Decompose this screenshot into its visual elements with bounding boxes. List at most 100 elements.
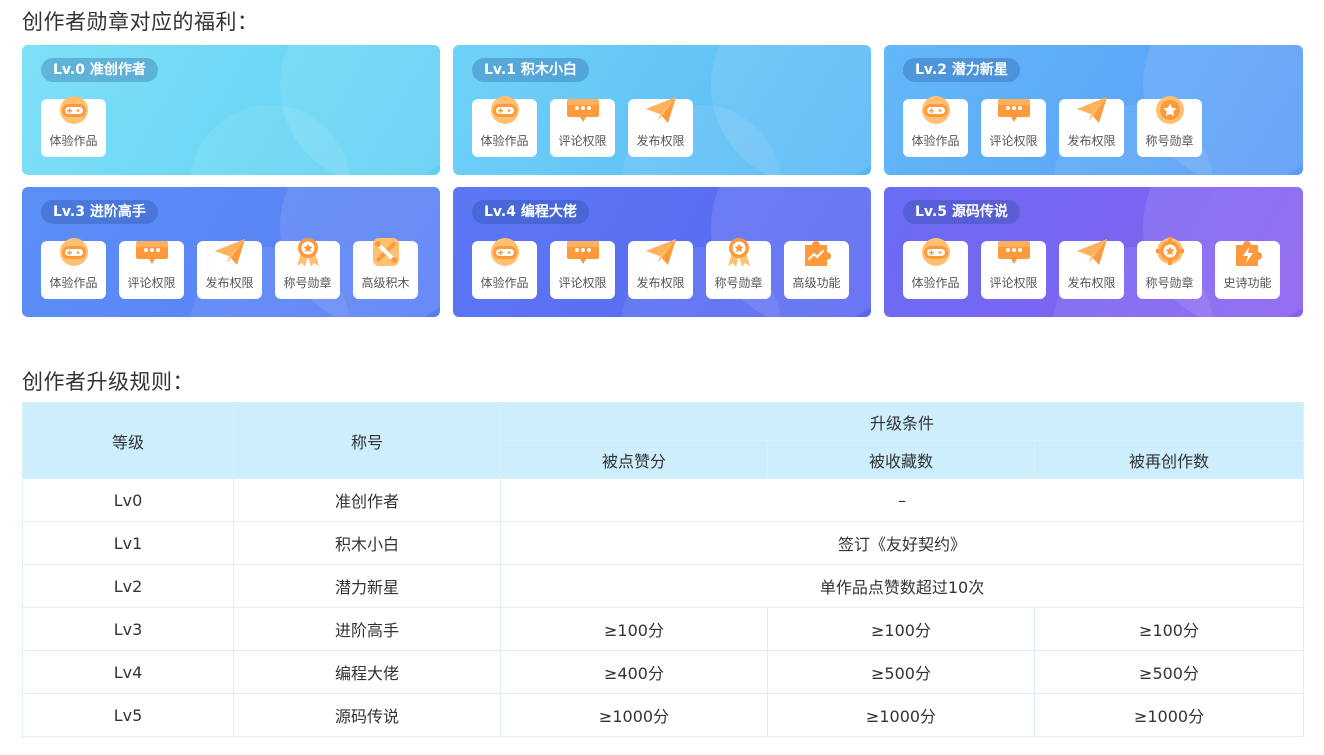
level-badge: Lv.0 准创作者 xyxy=(41,58,158,82)
perk-list: 体验作品 评论权限 发布权限 称号勋章 高级积木 xyxy=(41,238,418,299)
perk-list: 体验作品 评论权限 发布权限 称号勋章 xyxy=(903,96,1202,157)
perk-item: 评论权限 xyxy=(550,241,615,299)
table-row: Lv2 潜力新星 单作品点赞数超过10次 xyxy=(22,564,1305,608)
perk-item: 体验作品 xyxy=(472,238,537,299)
cell-likes: ≥400分 xyxy=(500,650,768,694)
perk-list: 体验作品 评论权限 发布权限 称号勋章 史诗功能 xyxy=(903,237,1280,299)
perk-label: 评论权限 xyxy=(989,134,1038,148)
gear-medal-icon xyxy=(1153,237,1187,267)
cell-level: Lv2 xyxy=(22,564,234,608)
paper-plane-icon xyxy=(1075,95,1109,125)
cell-title: 编程大佬 xyxy=(233,650,501,694)
perk-item: 体验作品 xyxy=(472,96,537,157)
perk-label: 发布权限 xyxy=(636,134,685,148)
perk-label: 评论权限 xyxy=(558,276,607,290)
perk-item: 评论权限 xyxy=(981,241,1046,299)
perk-label: 高级积木 xyxy=(361,276,410,290)
perk-label: 发布权限 xyxy=(205,276,254,290)
level-card-5: Lv.5 源码传说 体验作品 评论权限 发布权限 称号勋章 史诗功能 xyxy=(884,187,1303,317)
level-badge: Lv.2 潜力新星 xyxy=(903,58,1020,82)
chat-bubble-icon xyxy=(135,237,169,267)
paper-plane-icon xyxy=(644,237,678,267)
gamepad-icon xyxy=(488,237,522,267)
cell-likes: ≥1000分 xyxy=(500,693,768,737)
perk-label: 称号勋章 xyxy=(1145,134,1194,148)
chat-bubble-icon xyxy=(566,237,600,267)
perk-label: 称号勋章 xyxy=(1145,276,1194,290)
perk-label: 发布权限 xyxy=(1067,276,1116,290)
cell-level: Lv4 xyxy=(22,650,234,694)
gamepad-icon xyxy=(57,95,91,125)
tools-icon xyxy=(369,237,403,267)
header-level: 等级 xyxy=(22,402,234,479)
perk-item: 发布权限 xyxy=(1059,97,1124,157)
header-conditions: 升级条件 xyxy=(499,402,1305,441)
perk-label: 评论权限 xyxy=(127,276,176,290)
perk-item: 发布权限 xyxy=(628,239,693,299)
perk-item: 发布权限 xyxy=(1059,239,1124,299)
perk-list: 体验作品 xyxy=(41,96,106,157)
level-badge: Lv.3 进阶高手 xyxy=(41,200,158,224)
perk-label: 称号勋章 xyxy=(714,276,763,290)
cell-level: Lv1 xyxy=(22,521,234,565)
cell-level: Lv3 xyxy=(22,607,234,651)
table-row: Lv1 积木小白 签订《友好契约》 xyxy=(22,521,1305,565)
upgrade-rules-table: 等级 称号 升级条件 被点赞分 被收藏数 被再创作数 Lv0 准创作者 – Lv… xyxy=(22,402,1305,737)
puzzle-icon xyxy=(800,237,834,267)
perk-label: 体验作品 xyxy=(49,276,98,290)
cell-level: Lv5 xyxy=(22,693,234,737)
gamepad-icon xyxy=(488,95,522,125)
perk-item: 体验作品 xyxy=(41,238,106,299)
perk-item: 体验作品 xyxy=(903,238,968,299)
header-likes: 被点赞分 xyxy=(500,440,768,479)
perk-label: 评论权限 xyxy=(989,276,1038,290)
gamepad-icon xyxy=(919,237,953,267)
level-card-0: Lv.0 准创作者体验作品 xyxy=(22,45,440,175)
chat-bubble-icon xyxy=(566,95,600,125)
cell-condition: 签订《友好契约》 xyxy=(499,521,1305,565)
cell-remix: ≥100分 xyxy=(1033,607,1305,651)
cell-title: 准创作者 xyxy=(233,478,501,522)
perk-list: 体验作品 评论权限 发布权限 xyxy=(472,96,693,157)
perk-item: 称号勋章 xyxy=(1137,96,1202,157)
perk-item: 称号勋章 xyxy=(275,238,340,299)
perk-item: 称号勋章 xyxy=(1137,237,1202,299)
header-remix: 被再创作数 xyxy=(1033,440,1305,479)
perk-label: 体验作品 xyxy=(480,134,529,148)
chat-bubble-icon xyxy=(997,237,1031,267)
puzzle-bolt-icon xyxy=(1231,237,1265,267)
paper-plane-icon xyxy=(213,237,247,267)
chat-bubble-icon xyxy=(997,95,1031,125)
header-title: 称号 xyxy=(233,402,501,479)
perk-item: 发布权限 xyxy=(628,97,693,157)
perk-label: 体验作品 xyxy=(480,276,529,290)
perk-label: 高级功能 xyxy=(792,276,841,290)
perk-label: 称号勋章 xyxy=(283,276,332,290)
header-favs: 被收藏数 xyxy=(767,440,1035,479)
perk-item: 体验作品 xyxy=(41,96,106,157)
rules-title: 创作者升级规则： xyxy=(22,370,194,394)
cell-title: 潜力新星 xyxy=(233,564,501,608)
perk-label: 发布权限 xyxy=(1067,134,1116,148)
level-card-1: Lv.1 积木小白 体验作品 评论权限 发布权限 xyxy=(453,45,871,175)
cell-condition: – xyxy=(499,478,1305,522)
perk-item: 高级功能 xyxy=(784,241,849,299)
cell-title: 进阶高手 xyxy=(233,607,501,651)
cell-favs: ≥100分 xyxy=(767,607,1035,651)
cell-favs: ≥500分 xyxy=(767,650,1035,694)
level-badge: Lv.4 编程大佬 xyxy=(472,200,589,224)
cell-remix: ≥1000分 xyxy=(1033,693,1305,737)
perk-label: 体验作品 xyxy=(911,276,960,290)
perk-item: 高级积木 xyxy=(353,238,418,299)
cell-level: Lv0 xyxy=(22,478,234,522)
perk-item: 评论权限 xyxy=(550,99,615,157)
level-card-2: Lv.2 潜力新星 体验作品 评论权限 发布权限 称号勋章 xyxy=(884,45,1303,175)
perk-item: 发布权限 xyxy=(197,239,262,299)
table-row: Lv3 进阶高手 ≥100分 ≥100分 ≥100分 xyxy=(22,607,1305,651)
level-badge: Lv.5 源码传说 xyxy=(903,200,1020,224)
cell-remix: ≥500分 xyxy=(1033,650,1305,694)
perk-item: 称号勋章 xyxy=(706,238,771,299)
table-row: Lv4 编程大佬 ≥400分 ≥500分 ≥500分 xyxy=(22,650,1305,694)
benefits-title: 创作者勋章对应的福利： xyxy=(22,10,259,34)
ribbon-medal-icon xyxy=(722,237,756,267)
